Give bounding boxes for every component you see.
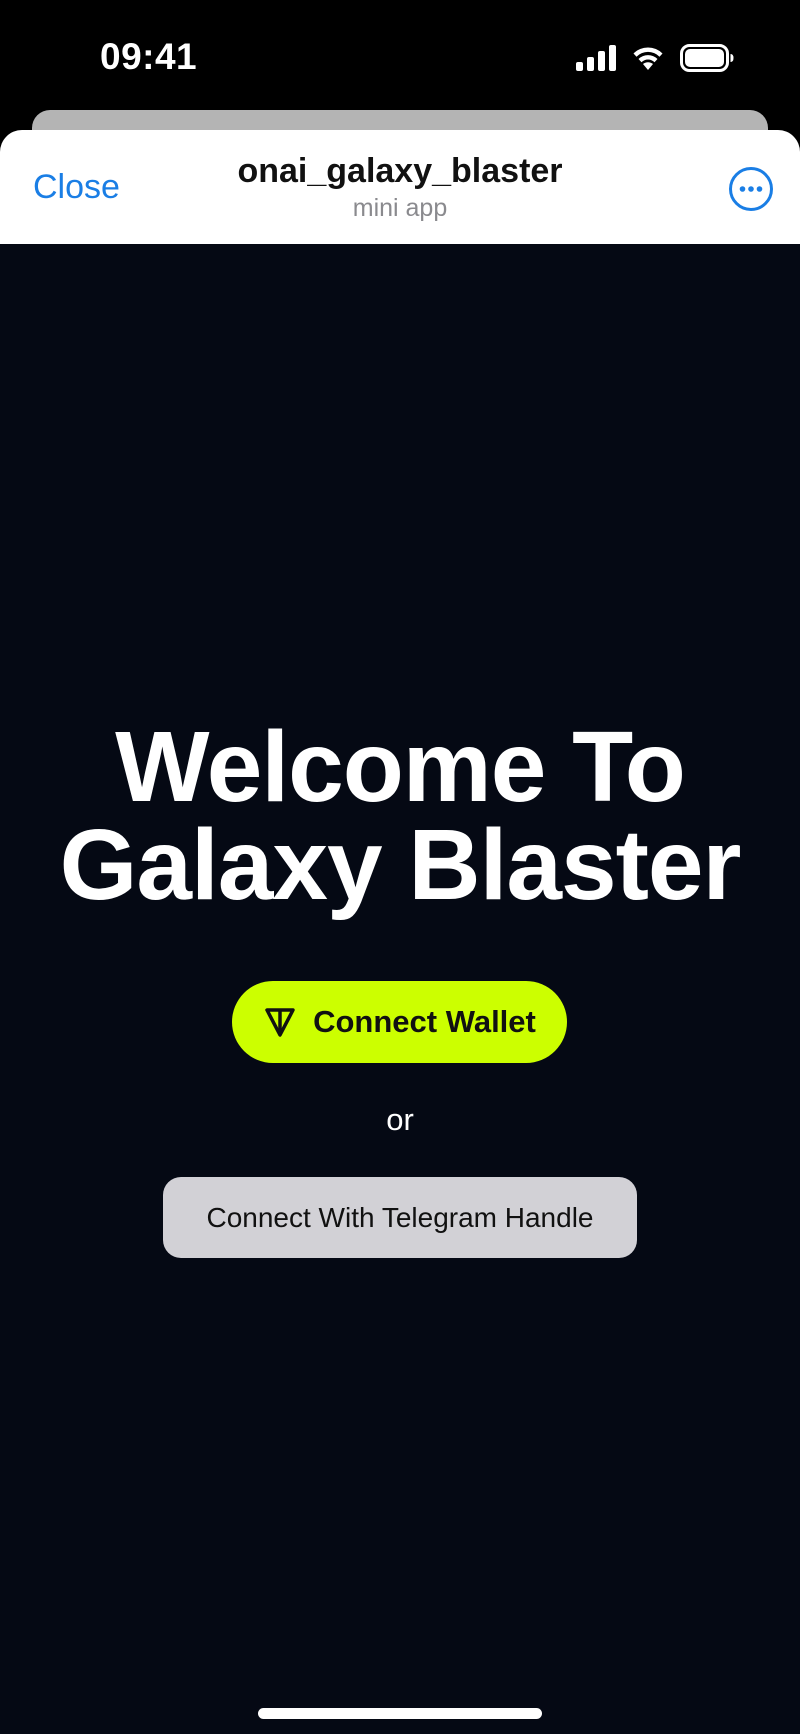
cellular-signal-icon	[576, 45, 616, 71]
phone-screen: 09:41 Close onai_galaxy_blaster mini app…	[0, 0, 800, 1734]
connect-wallet-label: Connect Wallet	[313, 1004, 536, 1039]
welcome-line-2: Galaxy Blaster	[59, 809, 742, 921]
battery-icon	[680, 44, 734, 72]
app-subtitle: mini app	[352, 194, 448, 222]
ton-logo-icon	[263, 1005, 297, 1039]
status-bar: 09:41	[0, 0, 800, 110]
or-separator: or	[386, 1102, 414, 1137]
status-icons	[576, 44, 734, 72]
welcome-heading: Welcome To Galaxy Blaster	[0, 711, 800, 921]
welcome-line-1: Welcome To	[115, 711, 686, 823]
connect-telegram-button[interactable]: Connect With Telegram Handle	[163, 1177, 637, 1258]
status-time: 09:41	[100, 36, 198, 77]
mini-app-header: Close onai_galaxy_blaster mini app	[0, 130, 800, 244]
wifi-icon	[630, 44, 666, 72]
mini-app-content: Welcome To Galaxy Blaster Connect Wallet…	[0, 244, 800, 1734]
connect-telegram-label: Connect With Telegram Handle	[206, 1201, 594, 1233]
more-options-button[interactable]	[728, 166, 774, 212]
home-indicator	[258, 1708, 542, 1719]
more-options-icon	[729, 167, 773, 211]
connect-wallet-button[interactable]: Connect Wallet	[232, 981, 567, 1063]
app-title: onai_galaxy_blaster	[237, 152, 563, 190]
